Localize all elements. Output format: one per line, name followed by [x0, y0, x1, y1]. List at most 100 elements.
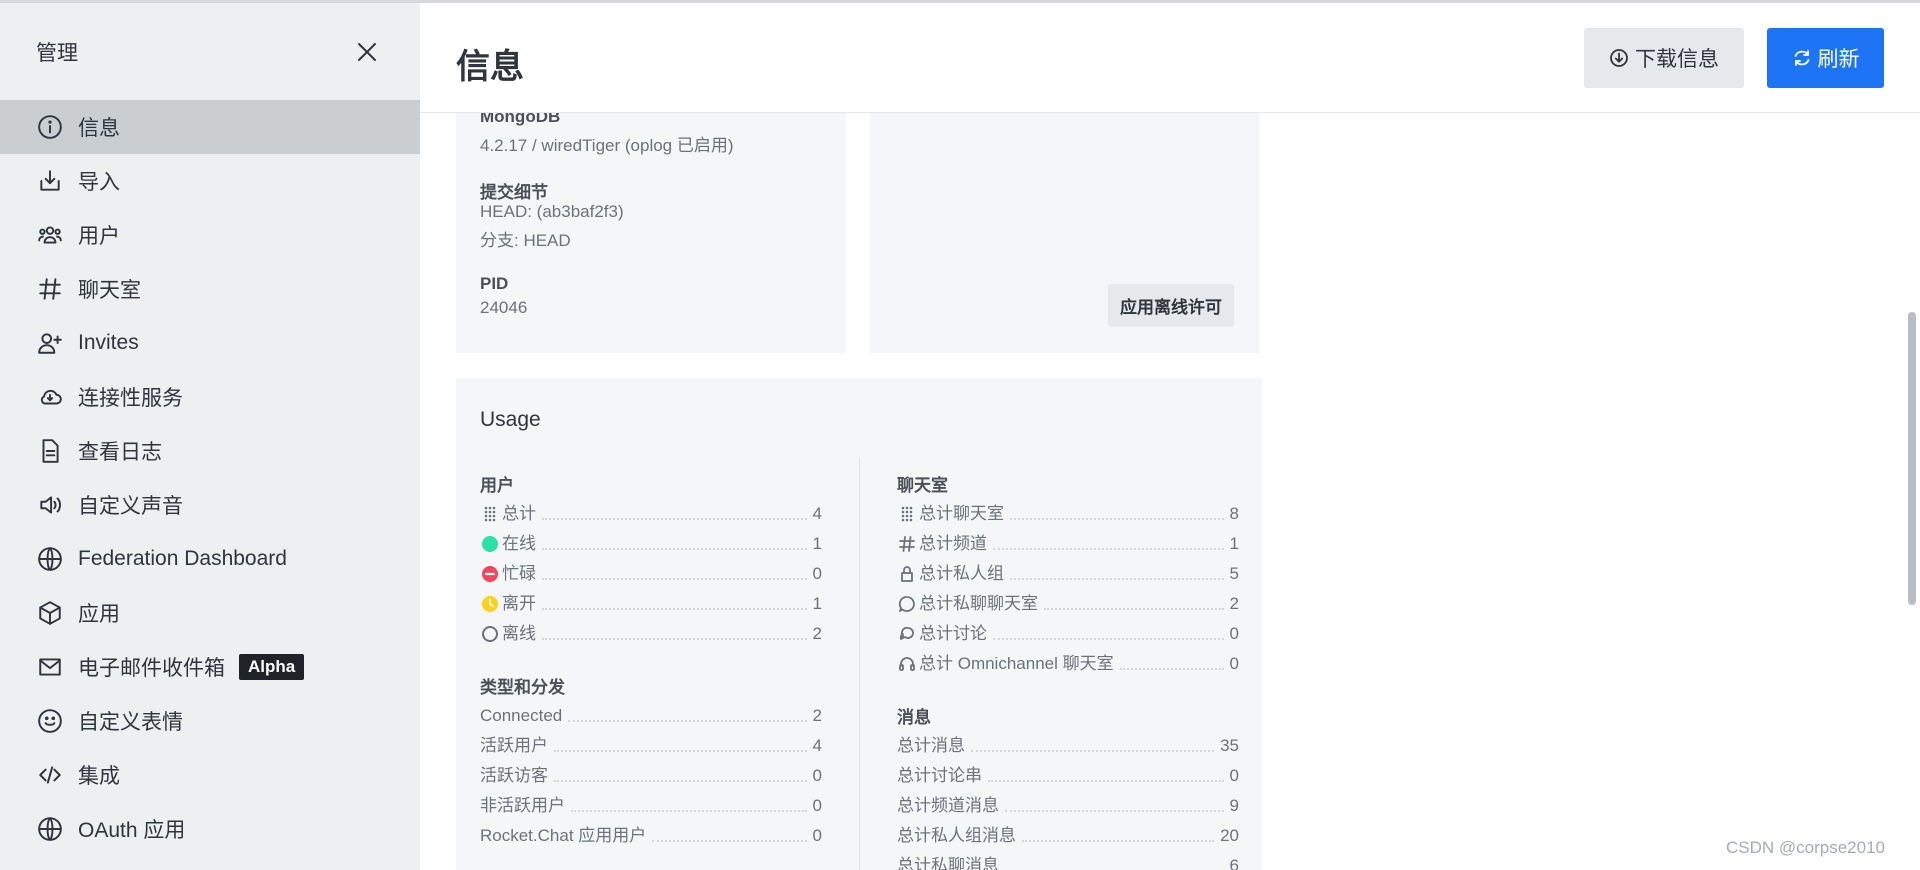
row-label: 总计频道: [919, 534, 987, 553]
leader-dots: [542, 638, 807, 640]
row-value: 0: [812, 766, 822, 785]
rooms-total-row: 总计聊天室 8: [897, 498, 1239, 528]
leader-dots: [1010, 578, 1224, 580]
usage-left-column: 用户 总计 4 在线 1 忙碌 0 离开 1 离线 2 类型和分发 Connec…: [480, 468, 822, 850]
page-header: 信息 下载信息 刷新: [420, 3, 1920, 113]
sidebar-item-label: 集成: [78, 765, 120, 788]
sidebar-item-label: Invites: [78, 331, 139, 354]
sidebar-item-invites[interactable]: Invites: [0, 316, 420, 370]
users-offline-row: 离线 2: [480, 618, 822, 648]
row-label: 离线: [502, 624, 536, 643]
team-icon: [36, 221, 64, 249]
status-online-icon: [480, 534, 500, 554]
refresh-icon: [1794, 50, 1809, 66]
refresh-label: 刷新: [1817, 48, 1860, 71]
grid-dots-icon: [480, 504, 500, 524]
usage-column-divider: [859, 458, 860, 870]
leader-dots: [1022, 840, 1215, 842]
code-icon: [36, 761, 64, 789]
sidebar-item-connectivity[interactable]: 连接性服务: [0, 370, 420, 424]
row-label: 总计频道消息: [897, 796, 999, 815]
users-online-row: 在线 1: [480, 528, 822, 558]
cloud-icon: [36, 383, 64, 411]
sidebar-item-label: OAuth 应用: [78, 819, 186, 842]
hashtag-icon: [897, 534, 917, 554]
sidebar-item-label: 信息: [78, 117, 120, 140]
row-label: 总计: [502, 504, 536, 523]
sidebar-header: 管理: [0, 3, 420, 100]
row-value: 1: [812, 594, 822, 613]
rooms-discussions-row: 总计讨论 0: [897, 618, 1239, 648]
sidebar-item-users[interactable]: 用户: [0, 208, 420, 262]
user-plus-icon: [36, 329, 64, 357]
download-info-button[interactable]: 下载信息: [1584, 28, 1744, 88]
status-offline-icon: [480, 624, 500, 644]
row-label: Connected: [480, 706, 563, 725]
row-value: 2: [812, 706, 822, 725]
leader-dots: [554, 780, 807, 782]
sidebar-item-logs[interactable]: 查看日志: [0, 424, 420, 478]
page-title: 信息: [456, 48, 524, 86]
row-label: 总计消息: [897, 736, 965, 755]
rooms-section-title: 聊天室: [897, 475, 948, 495]
sidebar-item-custom-emoji[interactable]: 自定义表情: [0, 694, 420, 748]
leader-dots: [1044, 608, 1224, 610]
commit-label: 提交细节: [480, 183, 548, 202]
sidebar-item-apps[interactable]: 应用: [0, 586, 420, 640]
rooms-channels-row: 总计频道 1: [897, 528, 1239, 558]
row-value: 0: [812, 564, 822, 583]
sidebar-item-info[interactable]: 信息: [0, 100, 420, 154]
row-label: 离开: [502, 594, 536, 613]
leader-dots: [542, 608, 807, 610]
sidebar-item-label: 导入: [78, 171, 120, 194]
leader-dots: [1005, 810, 1224, 812]
status-busy-icon: [480, 564, 500, 584]
hashtag-icon: [36, 275, 64, 303]
chat-bubble-icon: [897, 594, 917, 614]
row-value: 8: [1229, 504, 1239, 523]
leader-dots: [1119, 668, 1224, 670]
download-icon: [1610, 49, 1628, 67]
types-row: 活跃用户 4: [480, 730, 822, 760]
sidebar-item-email-inbox[interactable]: 电子邮件收件箱 Alpha: [0, 640, 420, 694]
leader-dots: [993, 548, 1224, 550]
usage-title: Usage: [480, 408, 541, 431]
main-scrollbar-thumb[interactable]: [1908, 312, 1916, 605]
apply-offline-license-button[interactable]: 应用离线许可: [1108, 284, 1234, 327]
sidebar-item-custom-sounds[interactable]: 自定义声音: [0, 478, 420, 532]
row-value: 0: [1229, 624, 1239, 643]
mail-icon: [36, 653, 64, 681]
alpha-badge: Alpha: [239, 654, 305, 680]
types-row: 非活跃用户 0: [480, 790, 822, 820]
row-value: 9: [1229, 796, 1239, 815]
globe-icon: [36, 545, 64, 573]
sidebar-item-label: 查看日志: [78, 441, 162, 464]
row-value: 0: [812, 796, 822, 815]
row-label: 活跃访客: [480, 766, 548, 785]
close-sidebar-button[interactable]: [350, 35, 384, 69]
row-label: 活跃用户: [480, 736, 548, 755]
types-section-title: 类型和分发: [480, 677, 565, 697]
leader-dots: [571, 810, 807, 812]
row-value: 4: [812, 504, 822, 523]
sidebar-item-integrations[interactable]: 集成: [0, 748, 420, 802]
discussion-icon: [897, 624, 917, 644]
sidebar-item-label: 自定义声音: [78, 495, 183, 518]
users-busy-row: 忙碌 0: [480, 558, 822, 588]
messages-row: 总计私聊消息 6: [897, 850, 1239, 870]
sidebar-item-rooms[interactable]: 聊天室: [0, 262, 420, 316]
sidebar-item-federation[interactable]: Federation Dashboard: [0, 532, 420, 586]
row-label: 总计讨论: [919, 624, 987, 643]
refresh-button[interactable]: 刷新: [1767, 28, 1884, 88]
row-label: 总计聊天室: [919, 504, 1004, 523]
messages-row: 总计频道消息 9: [897, 790, 1239, 820]
users-away-row: 离开 1: [480, 588, 822, 618]
row-value: 35: [1220, 736, 1239, 755]
leader-dots: [542, 548, 807, 550]
leader-dots: [542, 518, 807, 520]
types-row: 活跃访客 0: [480, 760, 822, 790]
sidebar-item-import[interactable]: 导入: [0, 154, 420, 208]
row-label: 总计私人组消息: [897, 826, 1016, 845]
sidebar-item-oauth-apps[interactable]: OAuth 应用: [0, 802, 420, 856]
sidebar-item-label: 用户: [78, 225, 120, 248]
